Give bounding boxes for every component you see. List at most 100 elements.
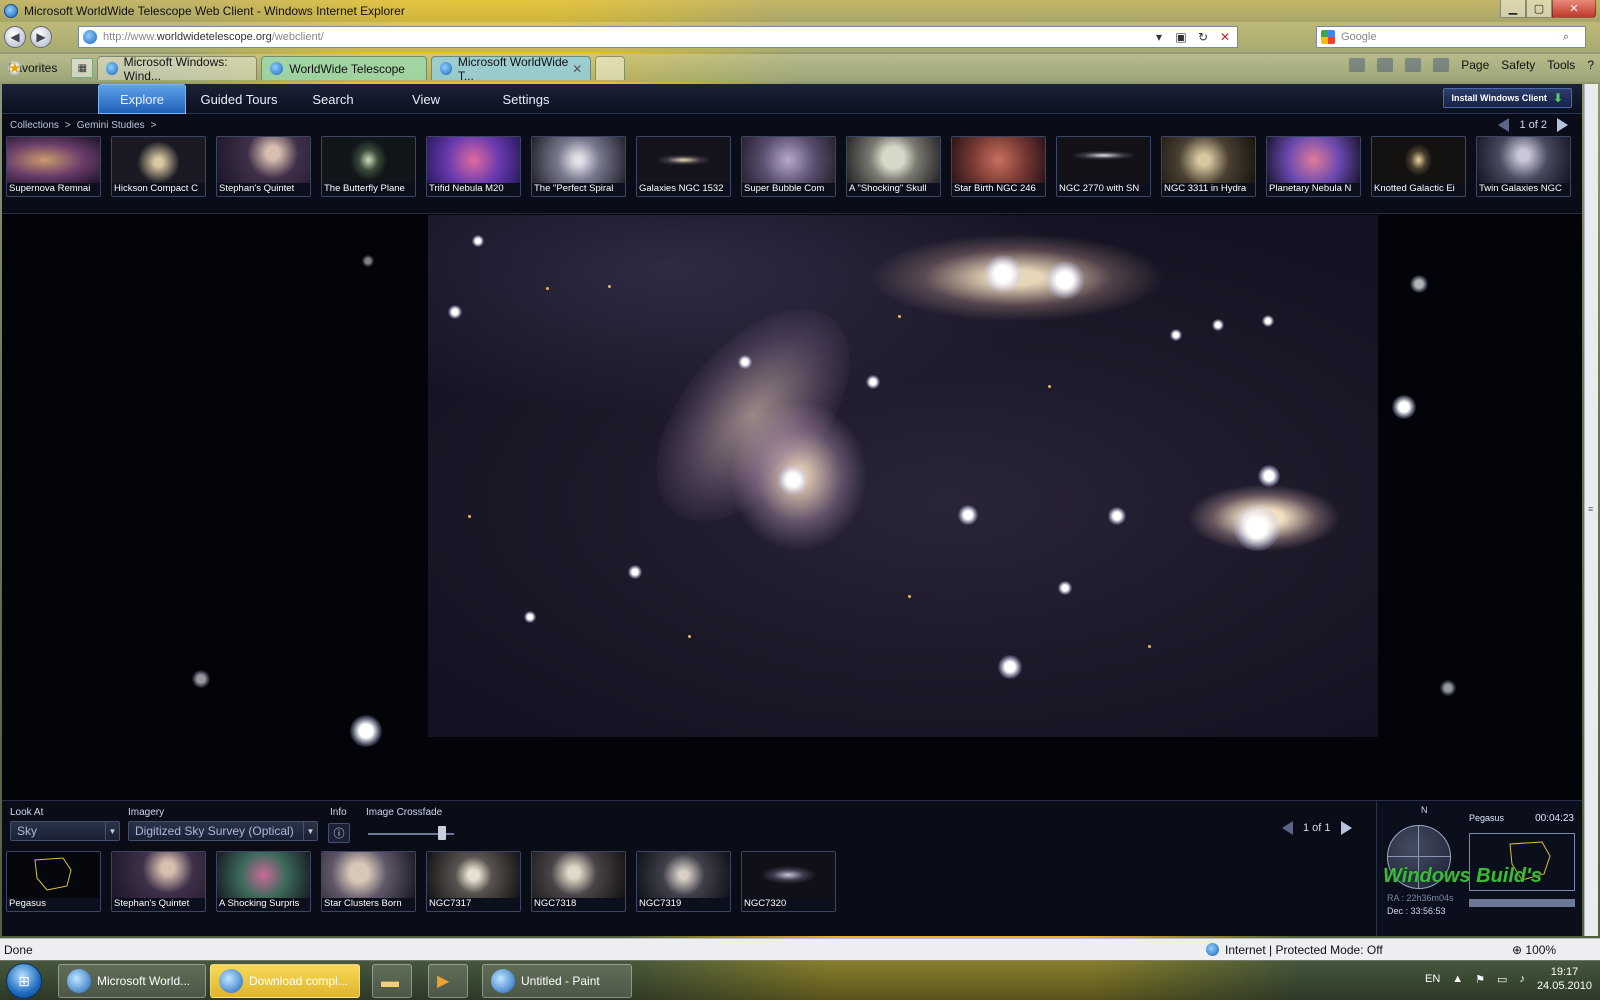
address-row: ◀ ▶ http://www. worldwidetelescope.org /…: [0, 22, 1600, 52]
thumb-ngc7317[interactable]: NGC7317: [426, 851, 521, 912]
thumb-pegasus[interactable]: Pegasus: [6, 851, 101, 912]
home-icon[interactable]: [1349, 58, 1366, 72]
tray-arrow-icon[interactable]: ▲: [1452, 973, 1463, 985]
security-zone[interactable]: Internet | Protected Mode: Off: [1206, 943, 1383, 957]
scroll-grip-icon[interactable]: ≡: [1588, 504, 1593, 514]
wwt-app: Explore Guided Tours Search View Setting…: [2, 84, 1582, 936]
mini-map[interactable]: N Pegasus 00:04:23 Windows Build's RA : …: [1376, 801, 1582, 936]
language-indicator[interactable]: EN: [1425, 973, 1440, 985]
thumb-perfect-spiral[interactable]: The "Perfect Spiral: [531, 136, 626, 197]
start-button[interactable]: ⊞: [6, 963, 42, 999]
back-button[interactable]: ◀: [4, 26, 26, 48]
tab-wwt-active[interactable]: Microsoft WorldWide T... ✕: [431, 55, 592, 83]
tab-search[interactable]: Search: [298, 84, 368, 114]
star: [608, 285, 611, 288]
volume-icon[interactable]: ♪: [1519, 973, 1525, 985]
thumb-hickson-compact[interactable]: Hickson Compact C: [111, 136, 206, 197]
forward-button[interactable]: ▶: [30, 26, 52, 48]
thumb-super-bubble[interactable]: Super Bubble Com: [741, 136, 836, 197]
google-icon: [1321, 30, 1335, 44]
close-window-button[interactable]: ✕: [1552, 0, 1596, 18]
background-star: [1440, 680, 1456, 696]
thumb-galaxies-ngc1532[interactable]: Galaxies NGC 1532: [636, 136, 731, 197]
zoom-value: 100%: [1525, 942, 1557, 957]
info-button[interactable]: ⓘ: [328, 823, 350, 843]
thumb-shocking-surprise[interactable]: A Shocking Surpris: [216, 851, 311, 912]
install-windows-client-button[interactable]: Install Windows Client ⬇: [1442, 88, 1572, 108]
window-controls: ▁ ▢ ✕: [1500, 0, 1596, 18]
imagery-select[interactable]: Digitized Sky Survey (Optical) ▼: [128, 821, 318, 841]
prev-page-icon[interactable]: [1282, 821, 1293, 835]
quick-tabs-button[interactable]: ▦: [71, 58, 94, 78]
thumb-ngc2770[interactable]: NGC 2770 with SN: [1056, 136, 1151, 197]
thumb-twin-galaxies[interactable]: Twin Galaxies NGC: [1476, 136, 1571, 197]
slider-handle[interactable]: [438, 826, 447, 840]
breadcrumb-gemini-studies[interactable]: Gemini Studies: [77, 120, 145, 131]
thumb-ngc7318[interactable]: NGC7318: [531, 851, 626, 912]
page-menu[interactable]: Page: [1461, 58, 1489, 72]
new-tab-button[interactable]: [595, 56, 626, 80]
star: [448, 305, 462, 319]
prev-page-icon[interactable]: [1498, 118, 1510, 132]
address-bar[interactable]: http://www. worldwidetelescope.org /webc…: [78, 26, 1238, 48]
taskbar-item-ie[interactable]: Microsoft World...: [58, 964, 206, 998]
print-icon[interactable]: [1433, 58, 1450, 72]
thumb-planetary-nebula[interactable]: Planetary Nebula N: [1266, 136, 1361, 197]
close-tab-icon[interactable]: ✕: [572, 62, 582, 76]
zoom-level[interactable]: ⊕ 100%: [1512, 943, 1556, 957]
feeds-icon[interactable]: [1377, 58, 1394, 72]
info-icon: ⓘ: [333, 828, 345, 840]
taskbar-item-paint[interactable]: Untitled - Paint: [482, 964, 632, 998]
favorites-button[interactable]: ★ Favorites: [0, 59, 65, 77]
tab-windows[interactable]: Microsoft Windows: Wind...: [97, 55, 258, 83]
tab-view[interactable]: View: [398, 84, 454, 114]
tab-explore[interactable]: Explore: [98, 84, 186, 114]
taskbar-explorer[interactable]: ▬: [372, 964, 412, 998]
thumb-shocking-skull[interactable]: A "Shocking" Skull: [846, 136, 941, 197]
minimize-button[interactable]: ▁: [1500, 0, 1526, 18]
clock[interactable]: 19:17 24.05.2010: [1537, 965, 1592, 993]
taskbar-media-player[interactable]: ▶: [428, 964, 468, 998]
taskbar-item-download[interactable]: Download compl...: [210, 964, 360, 998]
next-page-icon[interactable]: [1340, 821, 1352, 835]
url-prefix: http://www.: [103, 31, 157, 43]
thumb-stephans-quintet[interactable]: Stephan's Quintet: [216, 136, 311, 197]
look-at-select[interactable]: Sky ▼: [10, 821, 120, 841]
search-box[interactable]: Google ⌕: [1316, 26, 1586, 48]
stop-icon[interactable]: ✕: [1217, 30, 1233, 44]
thumb-ngc7319[interactable]: NGC7319: [636, 851, 731, 912]
tab-settings[interactable]: Settings: [488, 84, 564, 114]
vertical-scrollbar[interactable]: ≡: [1584, 84, 1598, 936]
thumb-trifid-nebula[interactable]: Trifid Nebula M20: [426, 136, 521, 197]
galaxy-core: [1046, 261, 1084, 299]
search-icon[interactable]: ⌕: [1563, 31, 1569, 44]
help-icon[interactable]: ?: [1587, 58, 1594, 72]
thumb-knotted-galactic[interactable]: Knotted Galactic Ei: [1371, 136, 1466, 197]
thumb-ngc7320[interactable]: NGC7320: [741, 851, 836, 912]
context-thumbnails: Pegasus Stephan's Quintet A Shocking Sur…: [6, 851, 836, 912]
tab-worldwide-telescope[interactable]: WorldWide Telescope: [261, 56, 428, 80]
thumb-star-birth[interactable]: Star Birth NGC 246: [951, 136, 1046, 197]
sky-view[interactable]: [2, 215, 1582, 800]
thumb-star-clusters[interactable]: Star Clusters Born: [321, 851, 416, 912]
action-center-flag-icon[interactable]: ⚑: [1475, 973, 1485, 986]
mail-icon[interactable]: [1405, 58, 1422, 72]
collection-pager: 1 of 2: [1498, 118, 1568, 132]
thumb-ngc3311[interactable]: NGC 3311 in Hydra: [1161, 136, 1256, 197]
next-page-icon[interactable]: [1557, 118, 1568, 132]
network-icon[interactable]: ▭: [1497, 973, 1507, 986]
tab-guided-tours[interactable]: Guided Tours: [194, 84, 284, 114]
maximize-button[interactable]: ▢: [1526, 0, 1552, 18]
refresh-icon[interactable]: ↻: [1195, 30, 1211, 44]
compatibility-icon[interactable]: ▣: [1173, 30, 1189, 44]
breadcrumb-collections[interactable]: Collections: [10, 120, 59, 131]
tools-menu[interactable]: Tools: [1547, 58, 1575, 72]
thumb-supernova-remnant[interactable]: Supernova Remnai: [6, 136, 101, 197]
dropdown-icon[interactable]: ▾: [1151, 30, 1167, 44]
safety-menu[interactable]: Safety: [1501, 58, 1535, 72]
progress-bar: [1469, 899, 1575, 907]
thumb-butterfly[interactable]: The Butterfly Plane: [321, 136, 416, 197]
crossfade-slider[interactable]: [368, 826, 454, 840]
thumb-stephans-quintet[interactable]: Stephan's Quintet: [111, 851, 206, 912]
thumb-label: Planetary Nebula N: [1269, 183, 1352, 194]
